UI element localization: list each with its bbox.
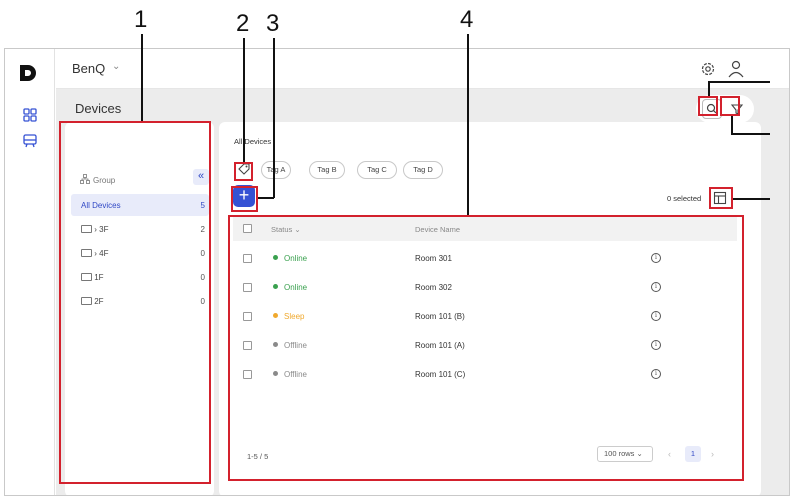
highlight-search (698, 96, 718, 116)
callout-4: 4 (460, 6, 474, 33)
tag-chip-c[interactable]: Tag C (357, 161, 397, 179)
breadcrumb: All Devices (234, 137, 272, 146)
selection-count: 0 selected (667, 194, 702, 203)
callout-2: 2 (236, 10, 250, 37)
leader-line-2 (243, 38, 245, 162)
leader-line-5b (708, 81, 770, 83)
dashboard-icon[interactable] (22, 107, 38, 123)
tag-chip-b[interactable]: Tag B (309, 161, 345, 179)
page-title: Devices (75, 101, 122, 116)
highlight-group-panel (59, 121, 211, 484)
gear-icon[interactable] (699, 60, 717, 78)
leader-line-6b (731, 133, 770, 135)
chevron-down-icon[interactable]: ⌄ (112, 61, 120, 72)
leader-line-4 (467, 34, 469, 216)
leader-line-3 (273, 38, 275, 198)
highlight-device-table (228, 215, 744, 481)
leader-line-1 (141, 34, 143, 122)
org-selector[interactable]: BenQ (72, 61, 105, 76)
tag-chip-d[interactable]: Tag D (403, 161, 443, 179)
highlight-add-button (231, 186, 258, 212)
leader-line-5a (708, 81, 710, 97)
highlight-filter (720, 96, 740, 116)
leader-line-7 (733, 198, 770, 200)
user-icon[interactable] (727, 59, 745, 79)
leader-line-3b (258, 197, 274, 199)
highlight-tag-settings (234, 162, 253, 181)
annotated-screenshot: 1 2 3 4 5 6 7 BenQ ⌄ (0, 0, 793, 498)
leader-line-6a (731, 116, 733, 134)
callout-3: 3 (266, 10, 280, 37)
logo-icon (20, 65, 36, 81)
callout-1: 1 (134, 6, 148, 33)
top-bar: BenQ ⌄ (56, 49, 789, 89)
tag-chip-a[interactable]: Tag A (261, 161, 291, 179)
nav-rail (5, 49, 55, 495)
devices-icon[interactable] (22, 133, 38, 149)
highlight-column-settings (709, 187, 733, 209)
